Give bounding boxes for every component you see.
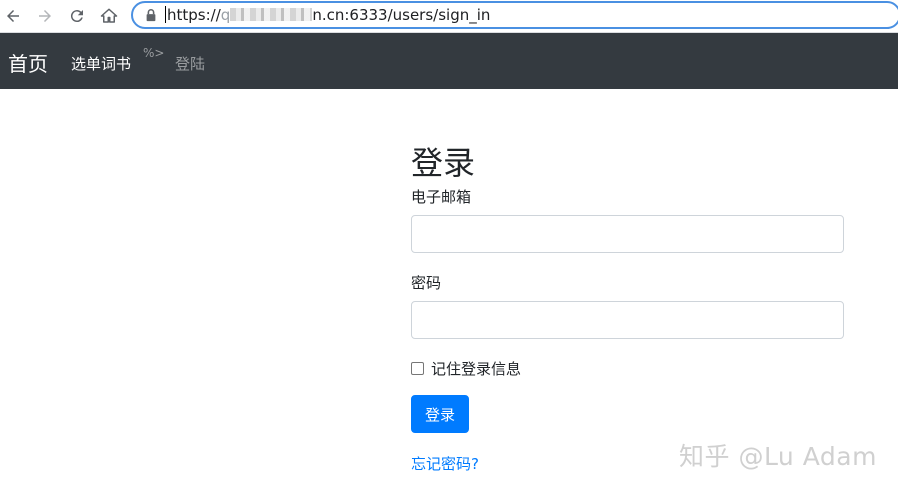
address-bar[interactable]: https://q n.cn:6333/users/sign_in	[131, 1, 898, 29]
forgot-password-link[interactable]: 忘记密码?	[411, 453, 479, 474]
remember-me-checkbox[interactable]	[411, 362, 424, 375]
password-field[interactable]	[411, 301, 844, 339]
browser-toolbar: https://q n.cn:6333/users/sign_in	[0, 0, 898, 33]
forward-icon	[39, 10, 51, 22]
remember-me-label[interactable]: 记住登录信息	[431, 358, 521, 379]
nav-link-wordbooks[interactable]: 选单词书	[71, 53, 131, 74]
site-navbar: 首页 选单词书 %> 登陆	[0, 33, 898, 89]
zhihu-watermark: 知乎 @Lu Adam	[679, 442, 877, 471]
redacted-host	[230, 8, 313, 21]
email-label: 电子邮箱	[411, 188, 472, 206]
back-icon	[7, 10, 19, 22]
reload-icon	[70, 10, 83, 23]
reload-button[interactable]	[66, 5, 88, 27]
home-icon	[100, 8, 118, 23]
home-button[interactable]	[98, 5, 120, 27]
brand-home-link[interactable]: 首页	[8, 48, 48, 77]
remember-me-row: 记住登录信息	[411, 358, 521, 379]
password-label: 密码	[411, 274, 442, 292]
nav-link-login[interactable]: 登陆	[175, 53, 205, 74]
page-title: 登录	[411, 144, 476, 182]
lock-icon	[146, 9, 156, 22]
forward-button[interactable]	[34, 5, 56, 27]
login-button[interactable]: 登录	[411, 395, 469, 433]
back-button[interactable]	[2, 5, 24, 27]
url-text[interactable]: https://q n.cn:6333/users/sign_in	[165, 6, 490, 24]
email-field[interactable]	[411, 215, 844, 253]
stray-template-text: %>	[143, 46, 165, 60]
